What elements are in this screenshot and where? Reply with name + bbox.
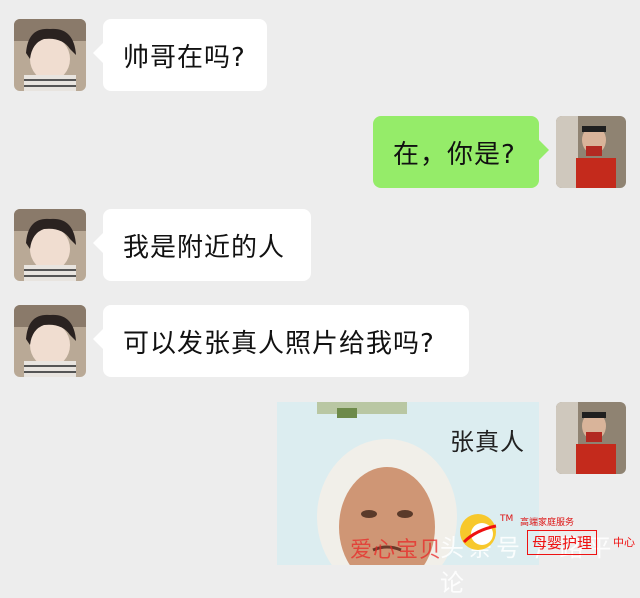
brand-name: 爱心宝贝	[350, 538, 443, 563]
contact-avatar[interactable]	[14, 305, 86, 377]
message-bubble-incoming[interactable]: 可以发张真人照片给我吗?	[93, 305, 469, 377]
self-avatar[interactable]	[556, 116, 626, 188]
brand-watermark: TM 高端家庭服务 爱心宝贝 母婴护理 中心	[350, 512, 640, 565]
center-name: 母婴护理	[527, 530, 598, 555]
message-bubble-incoming[interactable]: 帅哥在吗?	[93, 19, 267, 91]
service-label: 高端家庭服务	[520, 518, 575, 528]
message-bubble-incoming[interactable]: 我是附近的人	[93, 209, 311, 281]
contact-avatar[interactable]	[14, 209, 86, 281]
sticker-caption: 张真人	[450, 428, 525, 456]
trademark-label: TM	[500, 514, 514, 524]
brand-logo-icon	[458, 512, 498, 556]
center-suffix: 中心	[613, 536, 635, 549]
self-avatar[interactable]	[556, 402, 626, 474]
message-bubble-outgoing[interactable]: 在，你是?	[373, 116, 549, 188]
message-text: 帅哥在吗?	[123, 42, 246, 73]
message-text: 在，你是?	[393, 139, 516, 170]
message-text: 我是附近的人	[123, 232, 286, 263]
contact-avatar[interactable]	[14, 19, 86, 91]
message-text: 可以发张真人照片给我吗?	[123, 328, 435, 359]
